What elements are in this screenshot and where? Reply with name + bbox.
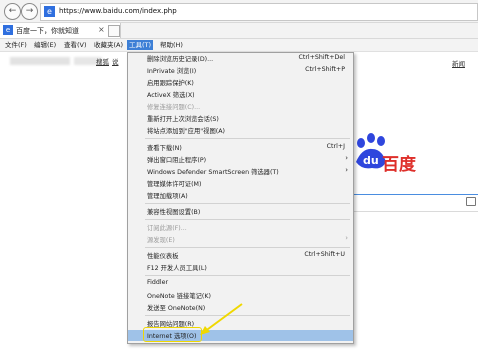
menu-item-tracking-protection[interactable]: 启用跟踪保护(K)	[128, 77, 353, 88]
blurred-text	[10, 57, 70, 65]
tab-strip: e 百度一下，你就知道 ×	[0, 23, 478, 39]
menu-item-activex-filter[interactable]: ActiveX 筛选(X)	[128, 89, 353, 100]
menu-tools[interactable]: 工具(T)	[127, 40, 154, 50]
menu-separator	[145, 203, 350, 204]
camera-icon[interactable]	[466, 197, 476, 206]
tab-title: 百度一下，你就知道	[16, 27, 79, 35]
menu-separator	[145, 247, 350, 248]
logo-du-text: du	[363, 154, 379, 167]
menu-item-feed-discovery: 源发现(E) ›	[147, 234, 348, 244]
tab-favicon-icon: e	[3, 25, 13, 35]
address-bar-row: ← → e https://www.baidu.com/index.php	[0, 0, 478, 23]
annotation-highlight-box	[143, 327, 202, 342]
menu-help[interactable]: 帮助(H)	[158, 40, 185, 50]
menu-separator	[145, 138, 350, 139]
chevron-right-icon: ›	[345, 154, 348, 162]
address-input[interactable]: e https://www.baidu.com/index.php	[40, 3, 478, 21]
menu-favorites[interactable]: 收藏夹(A)	[92, 40, 125, 50]
menu-separator	[145, 315, 350, 316]
menu-item-compat-view[interactable]: 兼容性视图设置(B)	[128, 206, 353, 217]
menu-item-view-downloads[interactable]: 查看下载(N) Ctrl+J	[128, 142, 353, 153]
menu-item-smartscreen[interactable]: Windows Defender SmartScreen 筛选器(T) ›	[128, 166, 353, 177]
logo-text: 百度	[382, 155, 416, 175]
menu-item-fix-connection: 修复连接问题(C)...	[147, 104, 201, 111]
tab-close-icon[interactable]: ×	[98, 25, 105, 34]
top-link-shuo[interactable]: 说	[112, 56, 119, 66]
menu-file[interactable]: 文件(F)	[3, 40, 29, 50]
menu-item-onenote-linked-notes[interactable]: OneNote 链接笔记(K)	[128, 290, 353, 301]
menu-item-manage-addons[interactable]: 管理加载项(A)	[128, 190, 353, 201]
menu-item-media-licenses[interactable]: 管理媒体许可证(M)	[128, 178, 353, 189]
chevron-right-icon: ›	[345, 234, 348, 242]
menu-item-fiddler[interactable]: Fiddler	[128, 278, 353, 289]
search-input[interactable]	[352, 194, 478, 212]
menu-item-popup-blocker[interactable]: 弹出窗口阻止程序(P) ›	[128, 154, 353, 165]
tools-dropdown-menu: 删除浏览历史记录(D)... Ctrl+Shift+Del InPrivate 浏…	[127, 52, 354, 344]
menu-bar: 文件(F) 编辑(E) 查看(V) 收藏夹(A) 工具(T) 帮助(H)	[0, 39, 478, 52]
menu-item-f12-devtools[interactable]: F12 开发人员工具(L)	[128, 262, 353, 273]
site-favicon-icon: e	[44, 6, 55, 17]
forward-arrow-icon[interactable]: →	[21, 3, 38, 20]
top-link-sohu[interactable]: 搜狐	[96, 56, 109, 66]
menu-view[interactable]: 查看(V)	[62, 40, 89, 50]
top-link-news[interactable]: 新闻	[452, 58, 465, 68]
annotation-arrow-icon	[200, 303, 243, 335]
menu-item-performance-dashboard[interactable]: 性能仪表板 Ctrl+Shift+U	[128, 250, 353, 261]
menu-separator	[145, 275, 350, 276]
baidu-logo[interactable]: du 百度	[352, 132, 462, 192]
menu-item-inprivate[interactable]: InPrivate 浏览(I) Ctrl+Shift+P	[128, 65, 353, 76]
url-text: https://www.baidu.com/index.php	[59, 7, 177, 15]
chevron-right-icon: ›	[345, 166, 348, 174]
menu-edit[interactable]: 编辑(E)	[32, 40, 58, 50]
menu-separator	[145, 219, 350, 220]
menu-item-add-to-apps[interactable]: 将站点添加到"应用"视图(A)	[128, 125, 353, 136]
menu-item-delete-history[interactable]: 删除浏览历史记录(D)... Ctrl+Shift+Del	[128, 53, 353, 64]
back-arrow-icon[interactable]: ←	[4, 3, 21, 20]
menu-item-subscribe-feed: 订阅此源(F)...	[147, 225, 187, 232]
menu-item-reopen-session[interactable]: 重新打开上次浏览会话(S)	[128, 113, 353, 124]
browser-tab[interactable]: e 百度一下，你就知道 ×	[0, 23, 121, 38]
new-tab-button[interactable]	[108, 25, 120, 37]
